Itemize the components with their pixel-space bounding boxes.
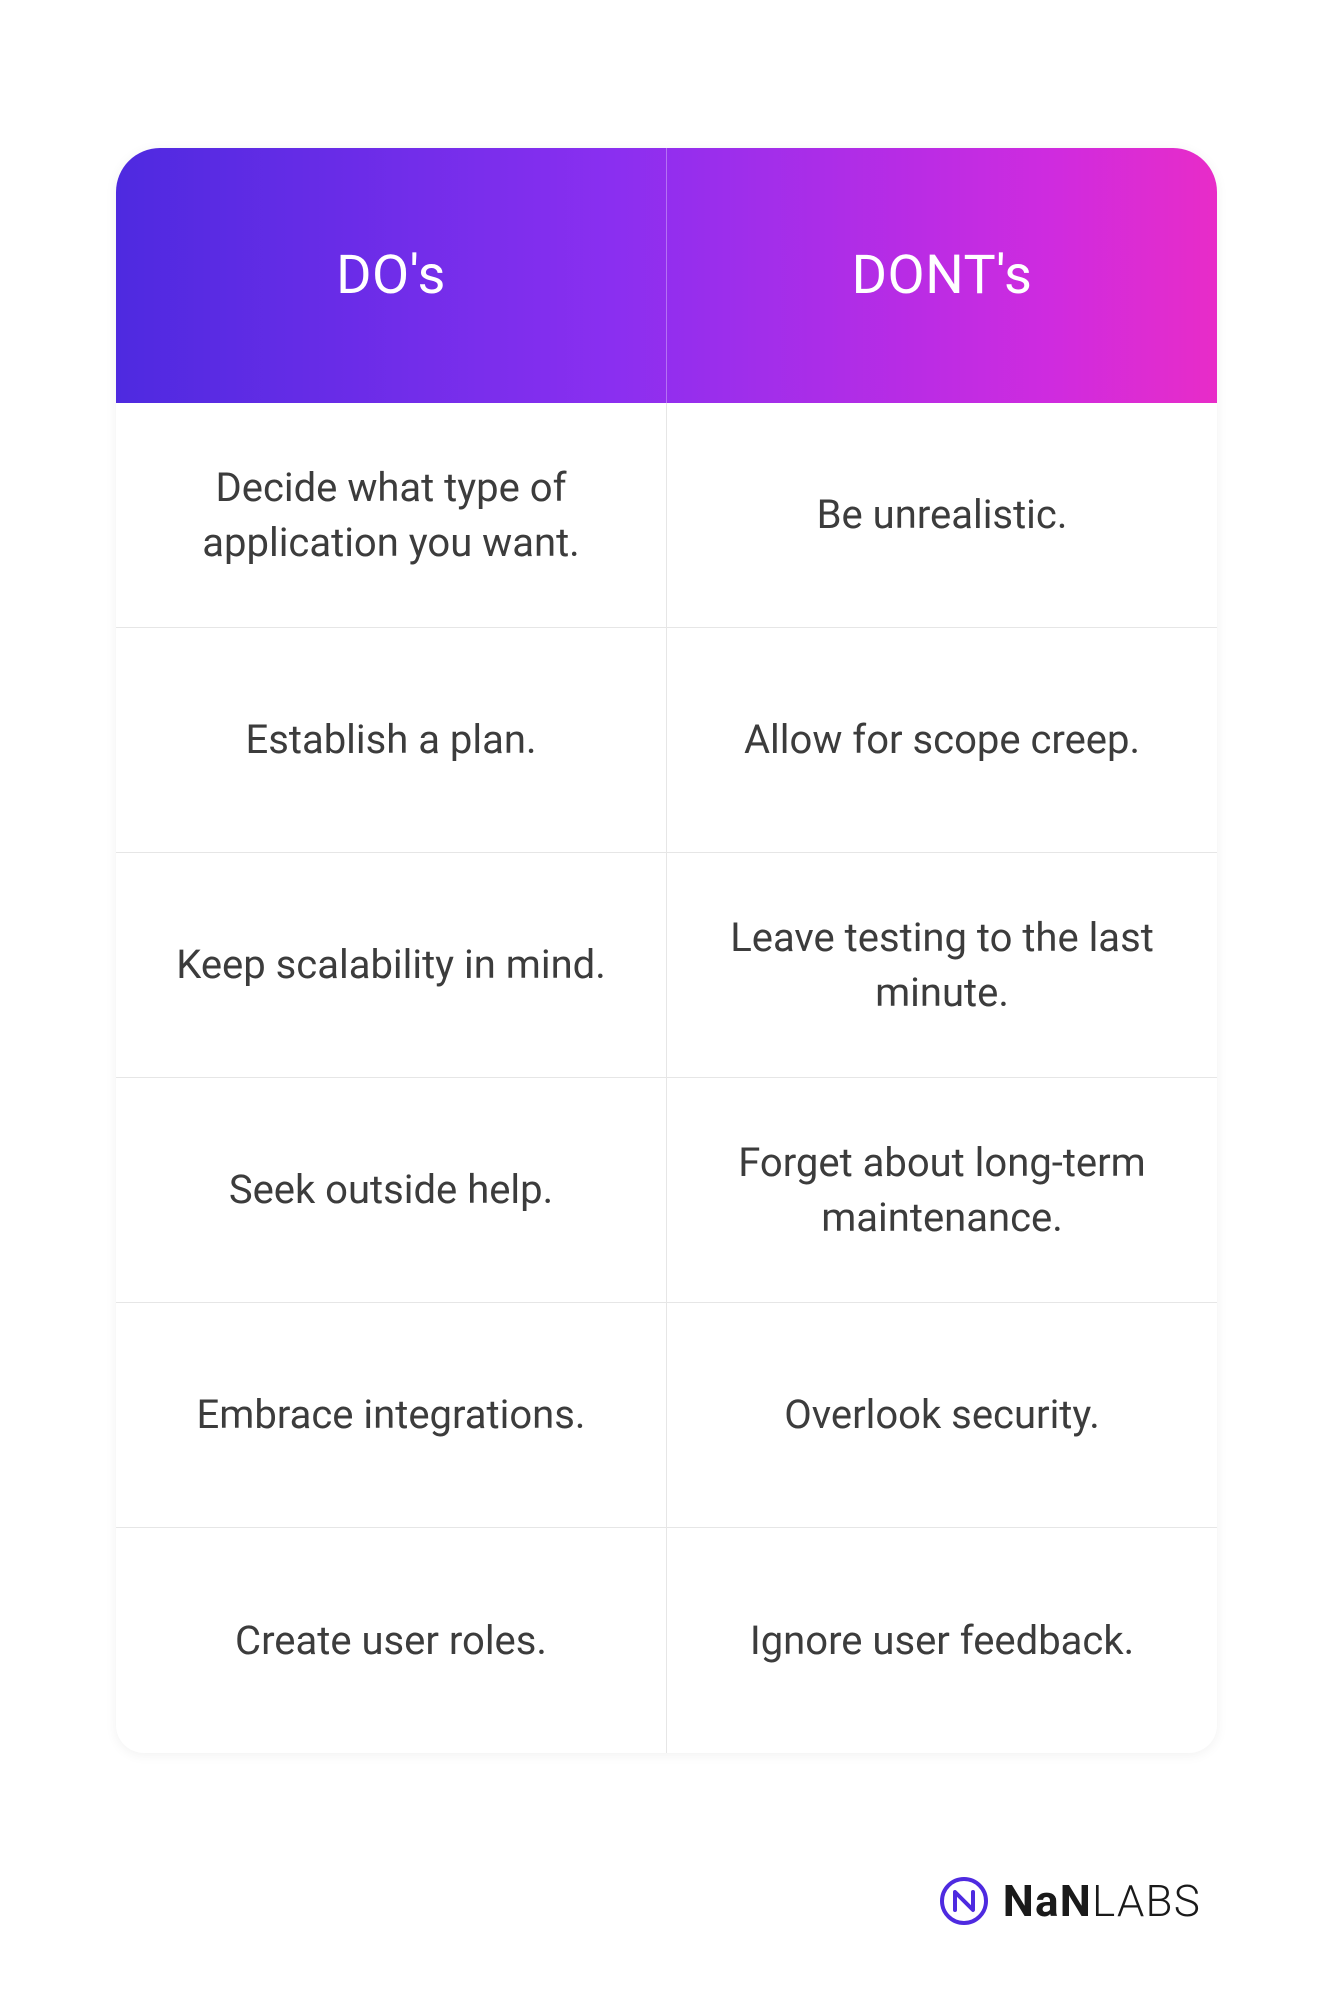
table-row: Establish a plan. Allow for scope creep.: [116, 628, 1217, 853]
nan-circle-icon: [939, 1876, 989, 1926]
brand-footer: NaNLABS: [939, 1875, 1201, 1927]
dont-cell: Forget about long-term maintenance.: [667, 1078, 1217, 1302]
do-cell: Decide what type of application you want…: [116, 403, 667, 627]
dont-cell: Be unrealistic.: [667, 403, 1217, 627]
table-row: Decide what type of application you want…: [116, 403, 1217, 628]
header-donts: DONT's: [667, 148, 1217, 403]
table-row: Create user roles. Ignore user feedback.: [116, 1528, 1217, 1753]
table-row: Keep scalability in mind. Leave testing …: [116, 853, 1217, 1078]
dont-cell: Ignore user feedback.: [667, 1528, 1217, 1753]
dont-cell: Overlook security.: [667, 1303, 1217, 1527]
dont-cell: Allow for scope creep.: [667, 628, 1217, 852]
do-cell: Establish a plan.: [116, 628, 667, 852]
do-cell: Embrace integrations.: [116, 1303, 667, 1527]
table-row: Embrace integrations. Overlook security.: [116, 1303, 1217, 1528]
table-header-row: DO's DONT's: [116, 148, 1217, 403]
dos-donts-table: DO's DONT's Decide what type of applicat…: [116, 148, 1217, 1753]
do-cell: Create user roles.: [116, 1528, 667, 1753]
dont-cell: Leave testing to the last minute.: [667, 853, 1217, 1077]
do-cell: Seek outside help.: [116, 1078, 667, 1302]
table-row: Seek outside help. Forget about long-ter…: [116, 1078, 1217, 1303]
brand-name: NaNLABS: [1003, 1875, 1201, 1927]
do-cell: Keep scalability in mind.: [116, 853, 667, 1077]
brand-name-light: LABS: [1092, 1875, 1201, 1927]
header-dos: DO's: [116, 148, 667, 403]
brand-name-bold: NaN: [1003, 1875, 1092, 1927]
